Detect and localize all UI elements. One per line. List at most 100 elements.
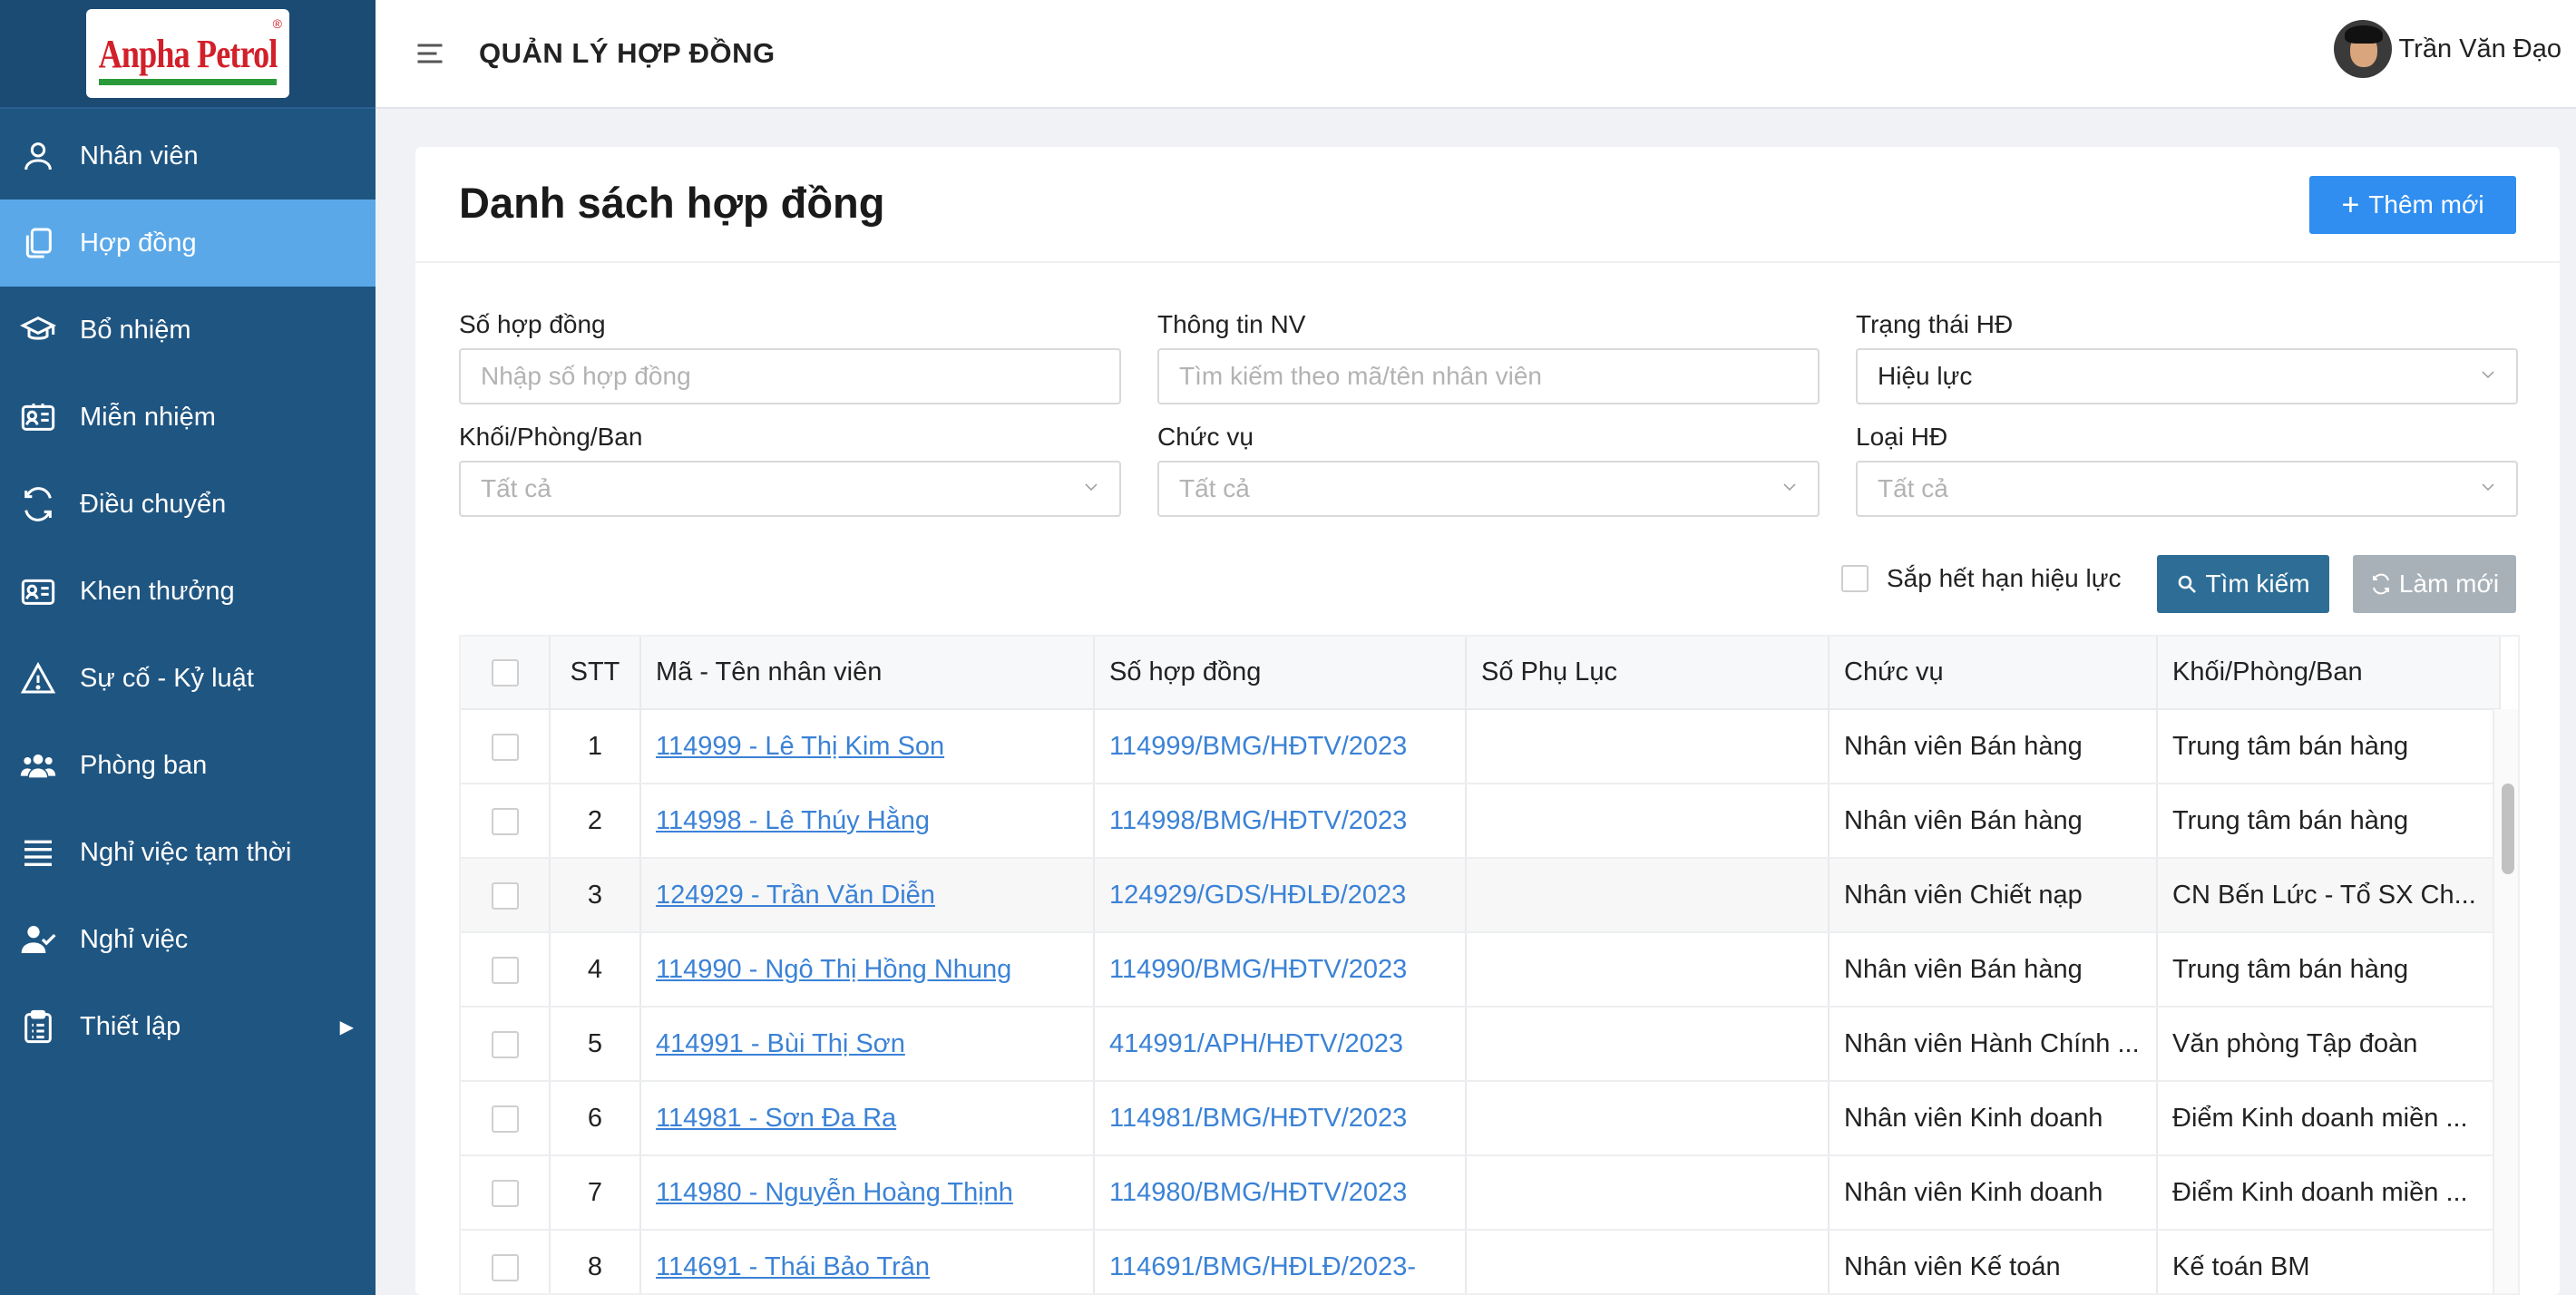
avatar[interactable] [2333, 20, 2392, 78]
scrollbar-thumb[interactable] [2502, 784, 2514, 874]
table-row[interactable]: 2 114998 - Lê Thúy Hằng 114998/BMG/HĐTV/… [461, 784, 2501, 859]
row-checkbox[interactable] [491, 956, 519, 984]
department-label: Khối/Phòng/Ban [459, 423, 643, 451]
appendix-cell [1466, 1230, 1830, 1293]
row-checkbox[interactable] [491, 807, 519, 835]
table-row[interactable]: 1 114999 - Lê Thị Kim Son 114999/BMG/HĐT… [461, 709, 2501, 784]
sidebar-item-khen-thuong[interactable]: Khen thưởng [0, 548, 376, 635]
contract-type-select[interactable]: Tất cả [1856, 461, 2518, 517]
add-new-button[interactable]: + Thêm mới [2309, 176, 2516, 234]
table-scrollbar[interactable] [2493, 709, 2518, 1293]
position-cell: Nhân viên Bán hàng [1829, 784, 2158, 859]
sidebar-item-su-co-ky-luat[interactable]: Sự cố - Kỷ luật [0, 635, 376, 722]
department-select[interactable]: Tất cả [459, 461, 1121, 517]
card-header: Danh sách hợp đồng + Thêm mới [415, 147, 2560, 263]
sidebar-item-phong-ban[interactable]: Phòng ban [0, 722, 376, 809]
employee-cell: 114998 - Lê Thúy Hằng [640, 784, 1095, 859]
select-all-cell [461, 637, 551, 710]
department-cell: Trung tâm bán hàng [2157, 784, 2501, 859]
sidebar-item-label: Nghỉ việc tạm thời [80, 837, 292, 867]
sidebar-item-nhan-vien[interactable]: Nhân viên [0, 112, 376, 200]
table-row[interactable]: 5 414991 - Bùi Thị Sơn 414991/APH/HĐTV/2… [461, 1007, 2501, 1082]
employee-link[interactable]: 114998 - Lê Thúy Hằng [656, 806, 930, 835]
sidebar-item-nghi-viec-tam-thoi[interactable]: Nghỉ việc tạm thời [0, 809, 376, 896]
search-icon [2179, 575, 2197, 593]
employee-link[interactable]: 114981 - Sơn Đa Ra [656, 1104, 896, 1133]
employee-link[interactable]: 114980 - Nguyễn Hoàng Thịnh [656, 1178, 1013, 1207]
sidebar-item-label: Phòng ban [80, 750, 208, 780]
sidebar-item-label: Nghỉ việc [80, 924, 189, 954]
user-check-icon [18, 920, 58, 959]
position-cell: Nhân viên Kế toán [1829, 1230, 2158, 1293]
employee-cell: 114981 - Sơn Đa Ra [640, 1081, 1095, 1156]
contracts-table: STT Mã - Tên nhân viên Số hợp đồng Số Ph… [459, 635, 2520, 1295]
contract-no-cell: 114999/BMG/HĐTV/2023 [1094, 709, 1467, 784]
column-header-stt: STT [550, 637, 641, 710]
graduation-cap-icon [18, 310, 58, 350]
employee-cell: 124929 - Trần Văn Diễn [640, 858, 1095, 933]
id-card-icon [18, 397, 58, 437]
expiring-checkbox[interactable] [1841, 565, 1869, 592]
menu-toggle-icon[interactable] [412, 35, 448, 72]
contract-no-input[interactable]: Nhập số hợp đồng [459, 348, 1121, 404]
table-row[interactable]: 8 114691 - Thái Bảo Trân 114691/BMG/HĐLĐ… [461, 1230, 2501, 1293]
contract-no-placeholder: Nhập số hợp đồng [481, 362, 691, 390]
sidebar-item-mien-nhiem[interactable]: Miễn nhiệm [0, 374, 376, 461]
reset-button[interactable]: Làm mới [2353, 555, 2516, 613]
clipboard-icon [18, 1007, 58, 1047]
brand-logo[interactable]: Anpha Petrol ® [86, 9, 289, 98]
contract-type-label: Loại HĐ [1856, 423, 1948, 451]
group-icon [18, 745, 58, 785]
row-stt: 5 [550, 1007, 641, 1082]
row-select-cell [461, 784, 551, 859]
sidebar-item-nghi-viec[interactable]: Nghỉ việc [0, 896, 376, 983]
row-checkbox[interactable] [491, 733, 519, 761]
position-select[interactable]: Tất cả [1157, 461, 1820, 517]
list-icon [18, 832, 58, 872]
search-button[interactable]: Tìm kiếm [2157, 555, 2329, 613]
row-checkbox[interactable] [491, 1179, 519, 1207]
status-select[interactable]: Hiệu lực [1856, 348, 2518, 404]
column-header-department: Khối/Phòng/Ban [2157, 637, 2501, 710]
sidebar-item-thiet-lap[interactable]: Thiết lập ▶ [0, 983, 376, 1070]
row-checkbox[interactable] [491, 1030, 519, 1058]
position-cell: Nhân viên Chiết nạp [1829, 858, 2158, 933]
employee-link[interactable]: 114990 - Ngô Thị Hồng Nhung [656, 955, 1011, 984]
employee-link[interactable]: 414991 - Bùi Thị Sơn [656, 1029, 905, 1058]
sidebar-item-bo-nhiem[interactable]: Bổ nhiệm [0, 287, 376, 374]
warning-icon [18, 658, 58, 698]
caret-right-icon: ▶ [339, 1017, 354, 1037]
sidebar-item-hop-dong[interactable]: Hợp đồng [0, 200, 376, 287]
sidebar-item-label: Bổ nhiệm [80, 315, 191, 345]
table-row[interactable]: 3 124929 - Trần Văn Diễn 124929/GDS/HĐLĐ… [461, 858, 2501, 933]
row-select-cell [461, 1155, 551, 1231]
sidebar-item-label: Miễn nhiệm [80, 402, 216, 432]
contract-no-cell: 114981/BMG/HĐTV/2023 [1094, 1081, 1467, 1156]
award-card-icon [18, 571, 58, 611]
column-header-contract-no: Số hợp đồng [1094, 637, 1467, 710]
table-header-row: STT Mã - Tên nhân viên Số hợp đồng Số Ph… [461, 637, 2501, 710]
position-value: Tất cả [1179, 474, 1250, 502]
row-checkbox[interactable] [491, 881, 519, 910]
employee-link[interactable]: 124929 - Trần Văn Diễn [656, 881, 935, 910]
employee-link[interactable]: 114999 - Lê Thị Kim Son [656, 732, 944, 761]
employee-link[interactable]: 114691 - Thái Bảo Trân [656, 1252, 930, 1281]
department-value: Tất cả [481, 474, 551, 502]
plus-icon: + [2341, 188, 2360, 222]
table-row[interactable]: 4 114990 - Ngô Thị Hồng Nhung 114990/BMG… [461, 932, 2501, 1008]
user-menu[interactable]: Trần Văn Đạo [2333, 20, 2561, 78]
contract-no-cell: 124929/GDS/HĐLĐ/2023 [1094, 858, 1467, 933]
table-row[interactable]: 6 114981 - Sơn Đa Ra 114981/BMG/HĐTV/202… [461, 1081, 2501, 1156]
select-all-checkbox[interactable] [491, 659, 519, 687]
row-checkbox[interactable] [491, 1105, 519, 1133]
table-row[interactable]: 7 114980 - Nguyễn Hoàng Thịnh 114980/BMG… [461, 1155, 2501, 1231]
sidebar-item-dieu-chuyen[interactable]: Điều chuyển [0, 461, 376, 548]
status-value: Hiệu lực [1878, 362, 1973, 390]
employee-search-input[interactable]: Tìm kiếm theo mã/tên nhân viên [1157, 348, 1820, 404]
contract-no-label: Số hợp đồng [459, 310, 606, 338]
chevron-down-icon [2482, 483, 2494, 492]
contract-no-cell: 114980/BMG/HĐTV/2023 [1094, 1155, 1467, 1231]
row-checkbox[interactable] [491, 1253, 519, 1281]
appendix-cell [1466, 709, 1830, 784]
department-cell: Kế toán BM [2157, 1230, 2501, 1293]
